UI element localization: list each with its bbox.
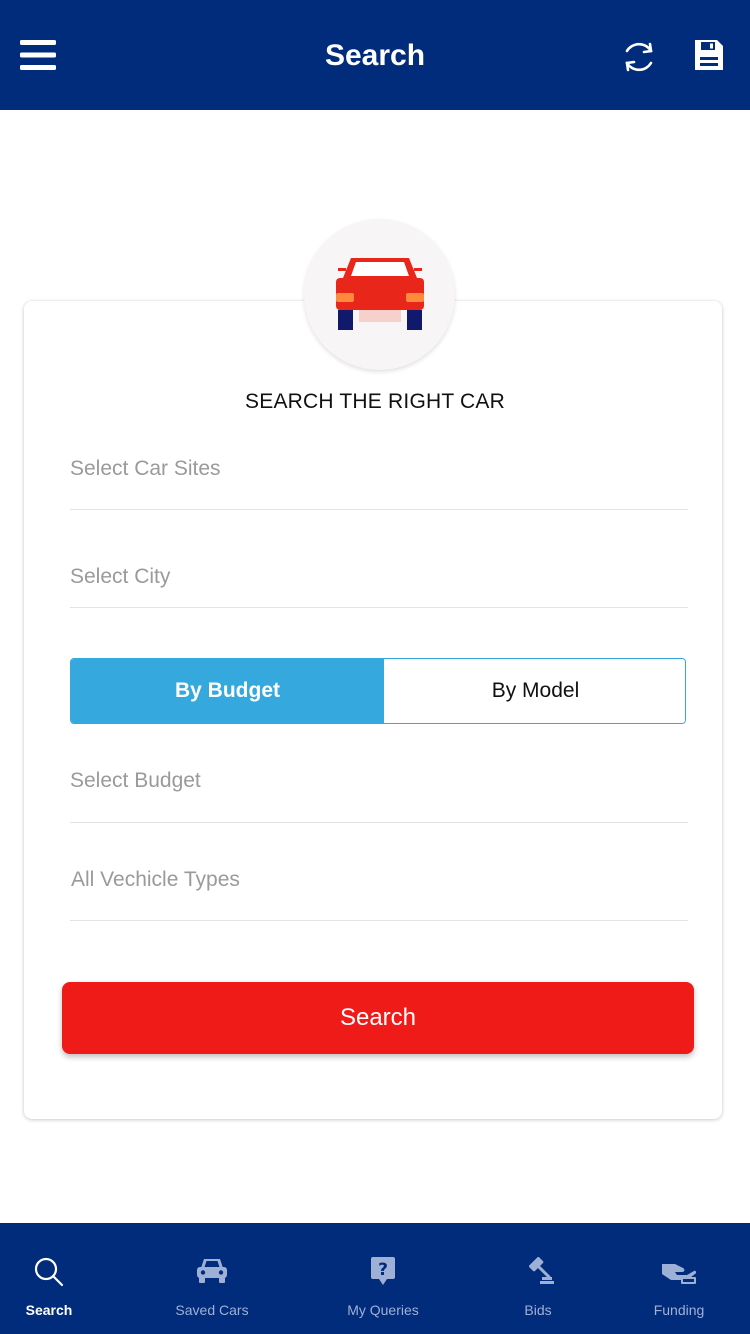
nav-label-saved-cars: Saved Cars (175, 1302, 249, 1318)
car-front-icon (304, 219, 455, 370)
car-sites-select[interactable]: Select Car Sites (70, 457, 688, 510)
floppy-disk-icon[interactable] (693, 38, 725, 72)
question-icon: ? (370, 1256, 396, 1291)
gavel-icon (523, 1255, 555, 1292)
search-mode-toggle: By Budget By Model (70, 658, 686, 724)
funding-hand-icon (661, 1259, 697, 1290)
nav-item-search[interactable]: Search (0, 1223, 129, 1334)
by-model-tab[interactable]: By Model (384, 659, 685, 723)
nav-label-my-queries: My Queries (347, 1302, 419, 1318)
nav-label-search: Search (25, 1302, 73, 1318)
city-placeholder: Select City (70, 565, 171, 588)
refresh-icon[interactable] (620, 38, 658, 76)
nav-item-my-queries[interactable]: ? My Queries (303, 1223, 463, 1334)
nav-label-bids: Bids (524, 1302, 552, 1318)
vehicle-types-placeholder: All Vechicle Types (71, 868, 240, 891)
nav-item-saved-cars[interactable]: Saved Cars (132, 1223, 292, 1334)
svg-text:?: ? (378, 1260, 388, 1280)
bottom-nav: Search Saved Cars ? My Queries Bids Fund… (0, 1223, 750, 1334)
nav-label-funding: Funding (653, 1302, 705, 1318)
by-budget-tab[interactable]: By Budget (71, 659, 384, 723)
vehicle-types-select[interactable]: All Vechicle Types (70, 868, 688, 921)
budget-select[interactable]: Select Budget (70, 769, 688, 823)
budget-placeholder: Select Budget (70, 769, 201, 792)
top-app-bar: Search (0, 0, 750, 110)
card-title: SEARCH THE RIGHT CAR (245, 390, 505, 413)
car-sites-placeholder: Select Car Sites (70, 457, 221, 480)
city-select[interactable]: Select City (70, 565, 688, 608)
search-icon (34, 1257, 64, 1292)
app-root: Search SEARCH THE RIGHT CAR Select Car S… (0, 0, 750, 1334)
nav-item-bids[interactable]: Bids (458, 1223, 618, 1334)
search-button[interactable]: Search (62, 982, 694, 1054)
car-icon (196, 1256, 228, 1289)
nav-item-funding[interactable]: Funding (599, 1223, 750, 1334)
